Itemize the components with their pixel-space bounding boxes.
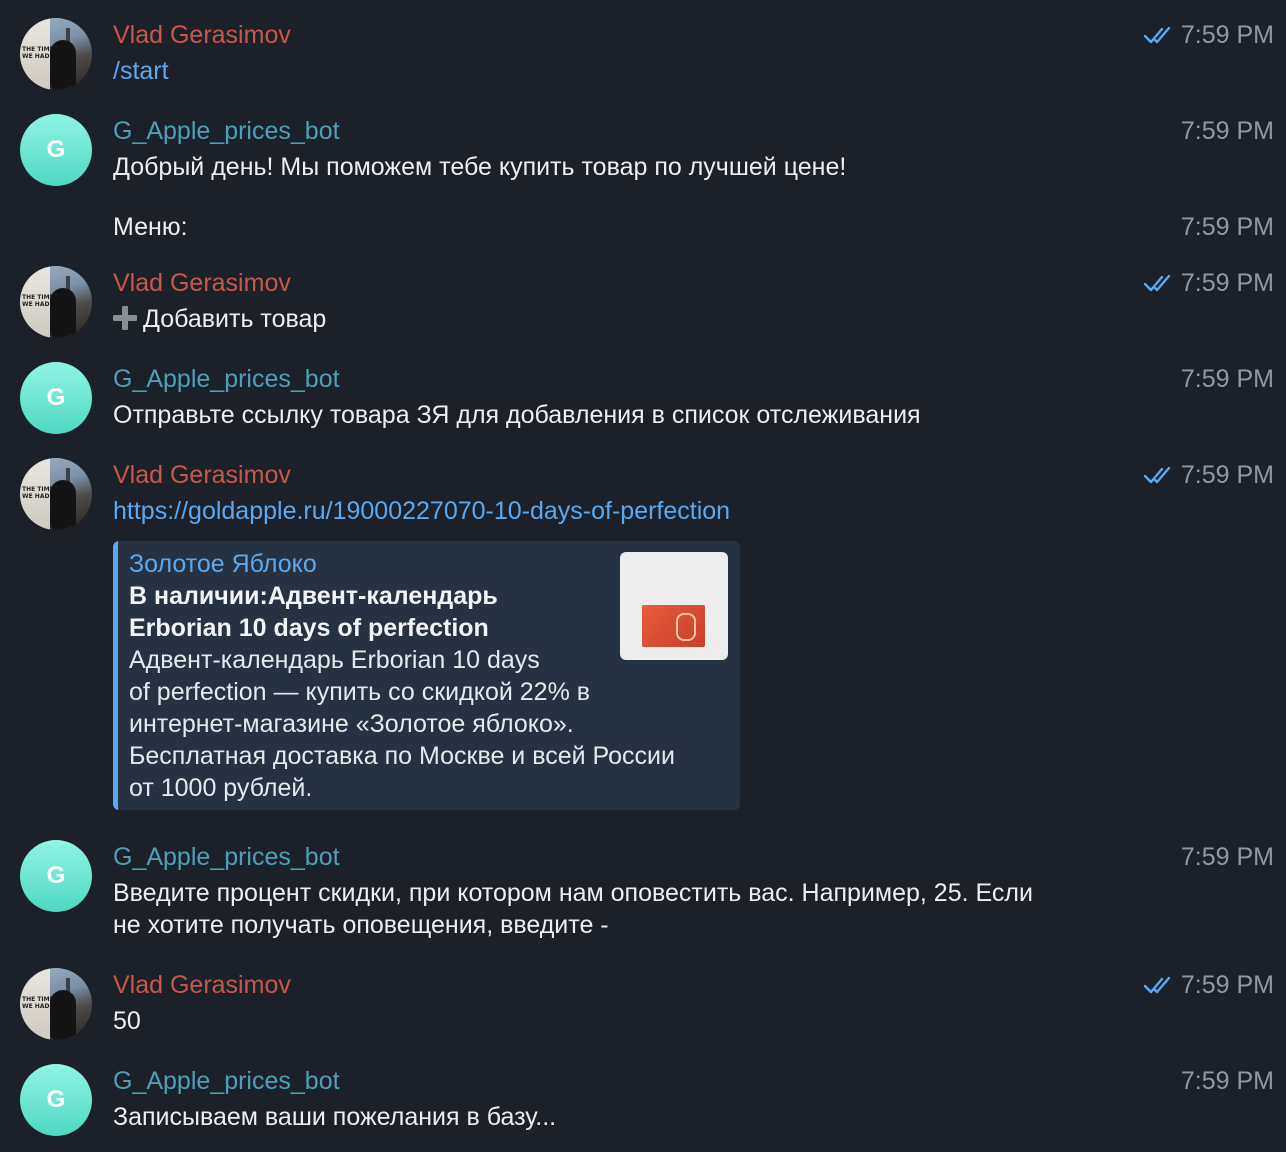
- preview-title: В наличии:Адвент-календарь Erborian 10 d…: [129, 580, 498, 644]
- user-avatar[interactable]: THE TIMES WE HAD: [20, 18, 92, 90]
- preview-thumbnail[interactable]: [620, 552, 728, 660]
- preview-accent-bar: [113, 541, 118, 810]
- time-label: 7:59 PM: [1180, 269, 1274, 297]
- sender-name[interactable]: G_Apple_prices_bot: [113, 116, 340, 146]
- message-time: 7:59 PM: [1143, 970, 1274, 1000]
- product-link[interactable]: https://goldapple.ru/19000227070-10-days…: [113, 495, 730, 527]
- time-label: 7:59 PM: [1180, 365, 1274, 393]
- read-checkmarks-icon: [1143, 26, 1171, 44]
- sender-name[interactable]: Vlad Gerasimov: [113, 460, 291, 490]
- message-text: Добавить товар: [143, 305, 327, 333]
- plus-icon: [113, 306, 137, 330]
- user-avatar[interactable]: THE TIMES WE HAD: [20, 968, 92, 1040]
- message-text: Введите процент скидки, при котором нам …: [113, 877, 1033, 941]
- preview-title-line: В наличии:Адвент-календарь: [129, 582, 498, 610]
- sender-name[interactable]: Vlad Gerasimov: [113, 20, 291, 50]
- message-time: 7:59 PM: [1181, 364, 1274, 394]
- sender-name[interactable]: G_Apple_prices_bot: [113, 1066, 340, 1096]
- preview-desc-line: Бесплатная доставка по Москве и всей Рос…: [129, 742, 675, 770]
- time-label: 7:59 PM: [1180, 117, 1274, 145]
- product-box-image: [642, 605, 705, 647]
- read-checkmarks-icon: [1143, 274, 1171, 292]
- time-label: 7:59 PM: [1180, 461, 1274, 489]
- message-time: 7:59 PM: [1143, 460, 1274, 490]
- message-time: 7:59 PM: [1181, 842, 1274, 872]
- user-avatar[interactable]: THE TIMES WE HAD: [20, 266, 92, 338]
- command-link[interactable]: /start: [113, 55, 169, 87]
- message-text: Отправьте ссылку товара ЗЯ для добавлени…: [113, 401, 921, 429]
- preview-description: Адвент-календарь Erborian 10 days of per…: [129, 644, 675, 804]
- bot-avatar[interactable]: G: [20, 840, 92, 912]
- message-time: 7:59 PM: [1143, 268, 1274, 298]
- read-checkmarks-icon: [1143, 976, 1171, 994]
- sender-name[interactable]: Vlad Gerasimov: [113, 268, 291, 298]
- sender-name[interactable]: G_Apple_prices_bot: [113, 842, 340, 872]
- bot-avatar[interactable]: G: [20, 362, 92, 434]
- message-text-line: не хотите получать оповещения, введите -: [113, 911, 609, 939]
- time-label: 7:59 PM: [1180, 21, 1274, 49]
- user-avatar[interactable]: THE TIMES WE HAD: [20, 458, 92, 530]
- preview-site-name[interactable]: Золотое Яблоко: [129, 548, 317, 580]
- sender-name[interactable]: Vlad Gerasimov: [113, 970, 291, 1000]
- preview-desc-line: Адвент-календарь Erborian 10 days: [129, 646, 540, 674]
- preview-desc-line: интернет-магазине «Золотое яблоко».: [129, 710, 574, 738]
- time-label: 7:59 PM: [1180, 1067, 1274, 1095]
- message-text: Записываем ваши пожелания в базу...: [113, 1103, 557, 1131]
- message-text: 50: [113, 1007, 141, 1035]
- time-label: 7:59 PM: [1180, 213, 1274, 241]
- read-checkmarks-icon: [1143, 466, 1171, 484]
- link-preview-card[interactable]: Золотое Яблоко В наличии:Адвент-календар…: [113, 541, 740, 810]
- message-text: Добрый день! Мы поможем тебе купить това…: [113, 153, 847, 181]
- preview-desc-line: от 1000 рублей.: [129, 774, 313, 802]
- message-time: 7:59 PM: [1181, 116, 1274, 146]
- preview-desc-line: of perfection — купить со скидкой 22% в: [129, 678, 591, 706]
- bot-avatar[interactable]: G: [20, 1064, 92, 1136]
- sender-name[interactable]: G_Apple_prices_bot: [113, 364, 340, 394]
- message-time: 7:59 PM: [1181, 1066, 1274, 1096]
- bot-avatar[interactable]: G: [20, 114, 92, 186]
- message-text-line: Введите процент скидки, при котором нам …: [113, 879, 1033, 907]
- preview-title-line: Erborian 10 days of perfection: [129, 614, 489, 642]
- message-text-row: Добавить товар: [113, 303, 326, 335]
- message-time: 7:59 PM: [1181, 212, 1274, 242]
- time-label: 7:59 PM: [1180, 971, 1274, 999]
- message-text: Меню:: [113, 213, 188, 241]
- time-label: 7:59 PM: [1180, 843, 1274, 871]
- message-time: 7:59 PM: [1143, 20, 1274, 50]
